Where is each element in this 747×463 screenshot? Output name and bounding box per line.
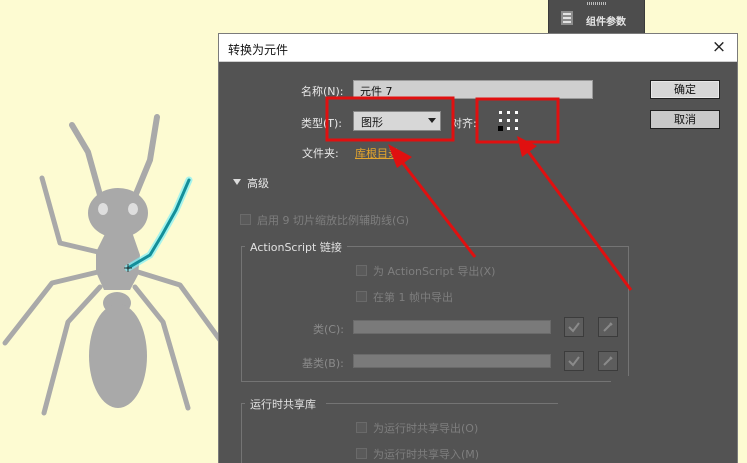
class-input[interactable] (353, 320, 551, 334)
group-border (241, 246, 242, 382)
name-input[interactable]: 元件 7 (353, 80, 593, 99)
chevron-down-icon (428, 118, 436, 123)
convert-to-symbol-dialog: 转换为元件 × 名称(N): 元件 7 类型(T): 图形 对齐: 文件夹: 库… (218, 33, 738, 463)
pencil-icon (603, 322, 613, 332)
runtime-export-label: 为运行时共享导出(O) (373, 422, 479, 435)
component-params-icon (559, 10, 575, 26)
dialog-title: 转换为元件 (228, 43, 289, 57)
name-label: 名称(N): (301, 85, 344, 98)
base-class-label: 基类(B): (302, 357, 344, 370)
group-border (628, 246, 629, 376)
close-icon[interactable]: × (709, 37, 729, 57)
group-border (326, 403, 558, 404)
edit-class-button[interactable] (598, 317, 618, 337)
advanced-toggle[interactable]: 高级 (247, 175, 269, 191)
group-border (347, 246, 629, 247)
component-params-tab[interactable]: 组件参数 (548, 0, 645, 34)
runtime-export-checkbox[interactable] (356, 422, 367, 433)
export-frame1-label: 在第 1 帧中导出 (373, 291, 453, 304)
group-border (241, 381, 611, 382)
type-value: 图形 (361, 116, 383, 129)
registration-grid[interactable] (498, 110, 519, 131)
type-dropdown[interactable]: 图形 (353, 111, 441, 131)
base-class-input[interactable] (353, 354, 551, 368)
checkmark-icon (568, 322, 580, 333)
validate-base-class-button[interactable] (564, 351, 584, 371)
actionscript-group-label: ActionScript 链接 (250, 241, 342, 254)
folder-label: 文件夹: (302, 147, 339, 160)
checkmark-icon (568, 356, 580, 367)
scale9-label: 启用 9 切片缩放比例辅助线(G) (257, 214, 410, 227)
class-label: 类(C): (313, 323, 344, 336)
scale9-checkbox[interactable] (240, 214, 251, 225)
validate-class-button[interactable] (564, 317, 584, 337)
component-params-label: 组件参数 (586, 17, 626, 28)
cancel-button[interactable]: 取消 (650, 110, 720, 129)
export-actionscript-checkbox[interactable] (356, 265, 367, 276)
runtime-import-checkbox[interactable] (356, 448, 367, 459)
runtime-group-label: 运行时共享库 (250, 398, 316, 411)
ok-button[interactable]: 确定 (650, 80, 720, 99)
dialog-titlebar[interactable]: 转换为元件 × (219, 34, 737, 62)
edit-base-class-button[interactable] (598, 351, 618, 371)
runtime-import-label: 为运行时共享导入(M) (373, 448, 480, 461)
export-actionscript-label: 为 ActionScript 导出(X) (373, 265, 496, 278)
pencil-icon (603, 356, 613, 366)
export-frame1-checkbox[interactable] (356, 291, 367, 302)
panel-grip[interactable] (587, 2, 607, 5)
type-label: 类型(T): (301, 117, 343, 130)
triangle-down-icon[interactable] (233, 179, 241, 185)
group-border (241, 403, 242, 463)
folder-link[interactable]: 库根目录 (355, 145, 399, 161)
align-label: 对齐: (451, 117, 477, 130)
